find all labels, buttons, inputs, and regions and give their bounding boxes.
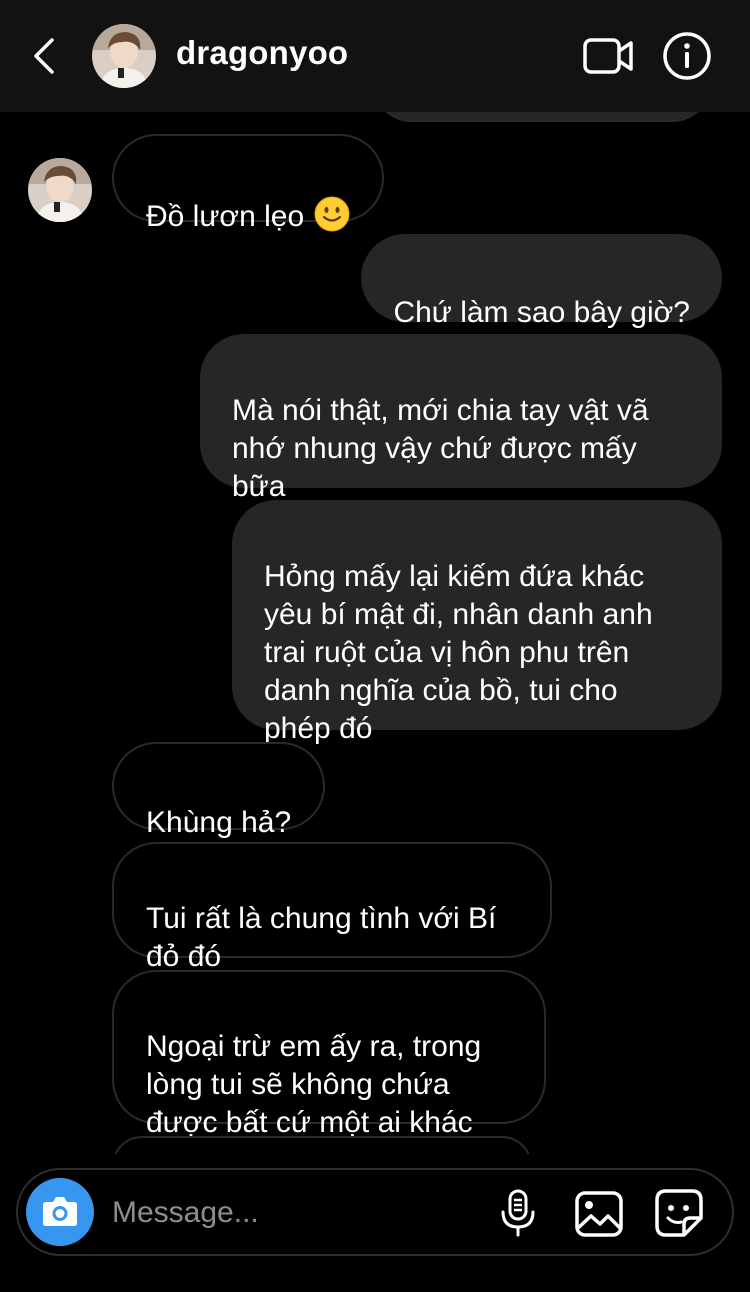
- camera-button[interactable]: [26, 1178, 94, 1246]
- message-thread[interactable]: Đồ lươn lẹo Chứ làm sao bây giờ? Mà nói …: [0, 112, 750, 1154]
- message-text: Mà nói thật, mới chia tay vật vã nhớ nhu…: [232, 394, 649, 503]
- message-bubble-outgoing[interactable]: Mà nói thật, mới chia tay vật vã nhớ nhu…: [200, 334, 722, 503]
- chat-header: dragonyoo: [0, 0, 750, 112]
- voice-message-button[interactable]: [498, 1188, 538, 1238]
- video-camera-icon: [583, 38, 633, 74]
- message-bubble-incoming[interactable]: Khùng hả?: [112, 742, 326, 839]
- message-text: Tui rất là chung tình với Bí đỏ đó: [146, 902, 497, 973]
- message-bubble-incoming[interactable]: Tui rất là chung tình với Bí đỏ đó: [112, 842, 552, 973]
- bottom-safe-area: [0, 1256, 750, 1292]
- conversation-username[interactable]: dragonyoo: [176, 34, 348, 72]
- camera-icon: [43, 1197, 77, 1226]
- message-text: Ngoại trừ em ấy ra, trong lòng tui sẽ kh…: [146, 1030, 482, 1139]
- message-text: Đồ lươn lẹo: [146, 200, 305, 233]
- microphone-icon: [501, 1189, 535, 1237]
- image-gallery-icon: [575, 1191, 623, 1237]
- message-bubble-partial: [112, 1136, 532, 1154]
- avatar[interactable]: [92, 24, 156, 88]
- message-composer: [16, 1168, 734, 1256]
- message-bubble-incoming[interactable]: Đồ lươn lẹo: [112, 134, 385, 233]
- info-icon: [663, 32, 711, 80]
- avatar[interactable]: [28, 158, 92, 222]
- conversation-info-button[interactable]: [662, 31, 712, 81]
- sticker-icon: [655, 1189, 703, 1237]
- chevron-left-icon: [34, 38, 54, 74]
- message-bubble-outgoing[interactable]: Hỏng mấy lại kiếm đứa khác yêu bí mật đi…: [232, 500, 722, 745]
- gallery-button[interactable]: [574, 1190, 624, 1238]
- message-text: Chứ làm sao bây giờ?: [393, 296, 690, 329]
- message-bubble-outgoing[interactable]: Chứ làm sao bây giờ?: [361, 234, 722, 329]
- back-button[interactable]: [26, 34, 62, 78]
- message-bubble-partial: [372, 112, 712, 122]
- message-text: Khùng hả?: [146, 806, 292, 839]
- message-input[interactable]: [110, 1188, 474, 1238]
- sticker-button[interactable]: [654, 1188, 704, 1238]
- message-bubble-incoming[interactable]: Ngoại trừ em ấy ra, trong lòng tui sẽ kh…: [112, 970, 546, 1139]
- slightly-smiling-face-icon: [314, 196, 350, 232]
- video-call-button[interactable]: [582, 34, 634, 78]
- message-text: Hỏng mấy lại kiếm đứa khác yêu bí mật đi…: [264, 560, 653, 745]
